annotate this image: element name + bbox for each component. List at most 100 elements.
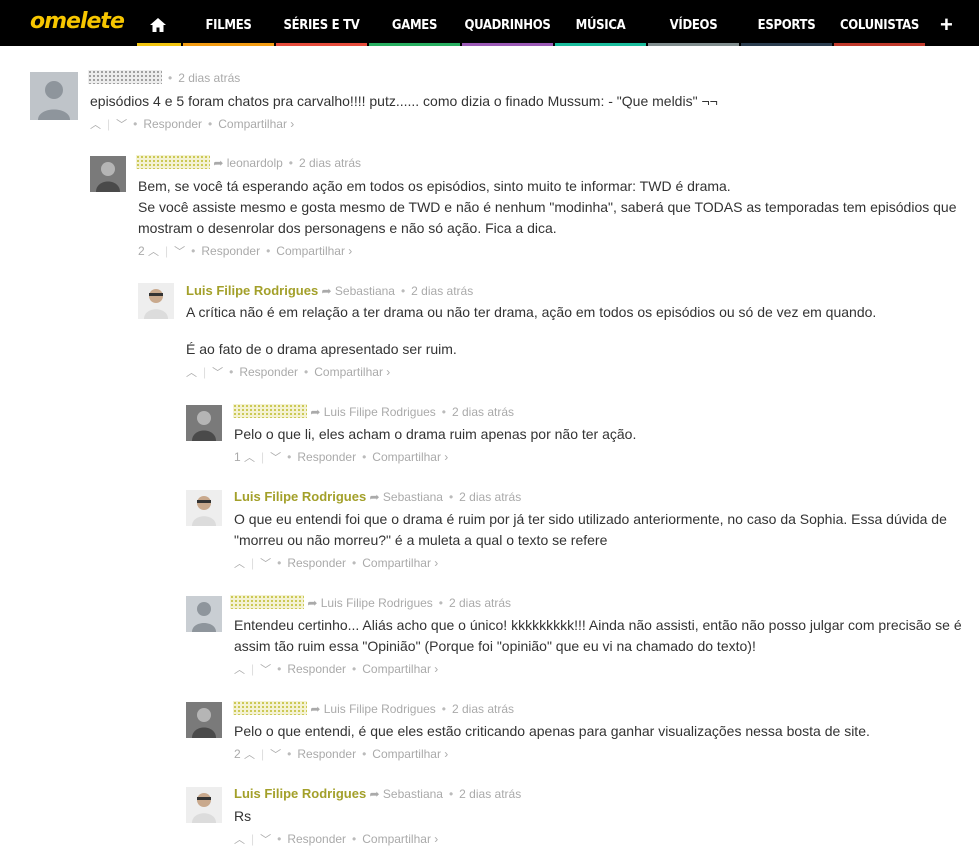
- reply-to-user[interactable]: Luis Filipe Rodrigues: [324, 405, 436, 419]
- nav-musica[interactable]: MÚSICA: [555, 0, 646, 46]
- comment-author[interactable]: Luis Filipe Rodrigues: [186, 283, 318, 298]
- comment-author[interactable]: Luis Filipe Rodrigues: [234, 489, 366, 504]
- upvote-icon[interactable]: ︿: [234, 558, 245, 570]
- nav-quadrinhos[interactable]: QUADRINHOS: [462, 0, 553, 46]
- user-photo-icon: [90, 156, 126, 192]
- reply-link[interactable]: Responder: [239, 365, 298, 379]
- avatar[interactable]: [186, 490, 222, 526]
- comment-actions: 2 ︿ | ﹀ • Responder • Compartilhar ›: [138, 244, 353, 258]
- comment-author-redacted[interactable]: [233, 404, 307, 418]
- avatar[interactable]: [186, 702, 222, 738]
- comment-author-redacted[interactable]: [233, 701, 307, 715]
- comment-meta: Luis Filipe Rodrigues ➦ Sebastiana • 2 dia…: [234, 489, 522, 504]
- reply-arrow-icon: ➦: [210, 156, 227, 170]
- comment-body: Bem, se você tá esperando ação em todos …: [138, 176, 973, 239]
- nav-filmes-underline: [183, 43, 274, 46]
- avatar[interactable]: [186, 787, 222, 823]
- avatar[interactable]: [186, 405, 222, 441]
- avatar[interactable]: [186, 596, 222, 632]
- downvote-icon[interactable]: ﹀: [270, 749, 281, 761]
- reply-to-user[interactable]: leonardolp: [227, 156, 283, 170]
- comment-time[interactable]: 2 dias atrás: [449, 596, 511, 610]
- downvote-icon[interactable]: ﹀: [260, 558, 271, 570]
- reply-arrow-icon: ➦: [307, 702, 324, 716]
- reply-link[interactable]: Responder: [297, 450, 356, 464]
- downvote-icon[interactable]: ﹀: [116, 119, 127, 131]
- comment-text: A crítica não é em relação a ter drama o…: [186, 304, 877, 320]
- upvote-icon[interactable]: ︿: [186, 367, 197, 379]
- nav-series[interactable]: SÉRIES E TV: [276, 0, 367, 46]
- share-link[interactable]: Compartilhar ›: [372, 450, 448, 464]
- avatar[interactable]: [138, 283, 174, 319]
- comment-author[interactable]: Luis Filipe Rodrigues: [234, 786, 366, 801]
- upvote-icon[interactable]: ︿: [244, 749, 255, 761]
- more-plus-icon[interactable]: +: [940, 14, 953, 36]
- nav-videos[interactable]: VÍDEOS: [648, 0, 739, 46]
- nav-musica-label: MÚSICA: [575, 18, 626, 33]
- comment-time[interactable]: 2 dias atrás: [459, 490, 521, 504]
- avatar[interactable]: [90, 156, 126, 192]
- reply-link[interactable]: Responder: [287, 832, 346, 846]
- nav-videos-underline: [648, 43, 739, 46]
- nav-filmes[interactable]: FILMES: [183, 0, 274, 46]
- comment-time[interactable]: 2 dias atrás: [452, 702, 514, 716]
- nav-esports[interactable]: ESPORTS: [741, 0, 832, 46]
- upvote-icon[interactable]: ︿: [234, 664, 245, 676]
- nav-colunistas-label: COLUNISTAS: [839, 18, 919, 33]
- nav-series-label: SÉRIES E TV: [283, 18, 360, 33]
- share-link[interactable]: Compartilhar ›: [362, 832, 438, 846]
- default-user-icon: [38, 81, 70, 120]
- comment-author-redacted[interactable]: [88, 70, 162, 84]
- comment-time[interactable]: 2 dias atrás: [452, 405, 514, 419]
- comment-text: Bem, se você tá esperando ação em todos …: [138, 178, 731, 194]
- comment-author-redacted[interactable]: [230, 595, 304, 609]
- comment-time[interactable]: 2 dias atrás: [459, 787, 521, 801]
- reply-to-user[interactable]: Luis Filipe Rodrigues: [324, 702, 436, 716]
- reply-link[interactable]: Responder: [143, 117, 202, 131]
- comment-meta: ➦ Luis Filipe Rodrigues • 2 dias atrás: [233, 701, 514, 716]
- nav-series-underline: [276, 43, 367, 46]
- nav-home[interactable]: [137, 0, 181, 46]
- share-link[interactable]: Compartilhar ›: [372, 747, 448, 761]
- reply-to-user[interactable]: Sebastiana: [383, 490, 443, 504]
- reply-to-user[interactable]: Sebastiana: [335, 284, 395, 298]
- share-link[interactable]: Compartilhar ›: [362, 662, 438, 676]
- share-link[interactable]: Compartilhar ›: [362, 556, 438, 570]
- share-link[interactable]: Compartilhar ›: [276, 244, 352, 258]
- site-logo[interactable]: omelete: [30, 9, 125, 34]
- upvote-icon[interactable]: ︿: [234, 834, 245, 846]
- upvote-icon[interactable]: ︿: [244, 452, 255, 464]
- home-icon: [150, 18, 166, 32]
- comment-actions: ︿ | ﹀ • Responder • Compartilhar ›: [234, 832, 439, 846]
- comment-author-redacted[interactable]: [136, 155, 210, 169]
- downvote-icon[interactable]: ﹀: [260, 834, 271, 846]
- share-link[interactable]: Compartilhar ›: [314, 365, 390, 379]
- upvote-icon[interactable]: ︿: [90, 119, 101, 131]
- reply-to-user[interactable]: Sebastiana: [383, 787, 443, 801]
- avatar[interactable]: [30, 72, 78, 120]
- downvote-icon[interactable]: ﹀: [260, 664, 271, 676]
- nav-colunistas[interactable]: COLUNISTAS: [834, 0, 925, 46]
- nav-colunistas-underline: [834, 43, 925, 46]
- reply-link[interactable]: Responder: [287, 556, 346, 570]
- downvote-icon[interactable]: ﹀: [270, 452, 281, 464]
- reply-link[interactable]: Responder: [201, 244, 260, 258]
- comment-time[interactable]: 2 dias atrás: [178, 71, 240, 85]
- reply-link[interactable]: Responder: [287, 662, 346, 676]
- reply-link[interactable]: Responder: [297, 747, 356, 761]
- comment-time[interactable]: 2 dias atrás: [299, 156, 361, 170]
- user-photo-icon: [186, 702, 222, 738]
- downvote-icon[interactable]: ﹀: [212, 367, 223, 379]
- nav-games-underline: [369, 43, 460, 46]
- nav-games[interactable]: GAMES: [369, 0, 460, 46]
- reply-to-user[interactable]: Luis Filipe Rodrigues: [321, 596, 433, 610]
- comment-body: Entendeu certinho... Aliás acho que o ún…: [234, 615, 978, 657]
- nav-home-underline: [137, 43, 181, 46]
- comment-text: Pelo o que li, eles acham o drama ruim a…: [234, 426, 637, 442]
- nav-esports-underline: [741, 43, 832, 46]
- share-link[interactable]: Compartilhar ›: [218, 117, 294, 131]
- downvote-icon[interactable]: ﹀: [174, 246, 185, 258]
- comment-text: Rs: [234, 808, 252, 824]
- upvote-icon[interactable]: ︿: [148, 246, 159, 258]
- comment-time[interactable]: 2 dias atrás: [411, 284, 473, 298]
